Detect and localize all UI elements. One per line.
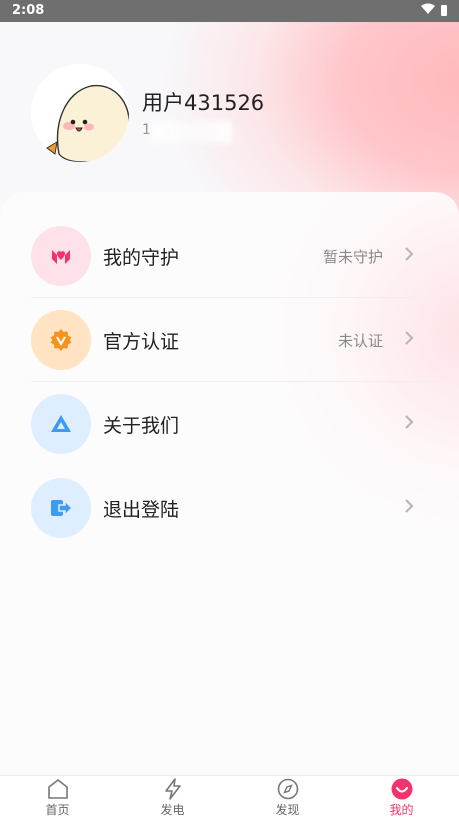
avatar[interactable] xyxy=(31,64,129,162)
menu-item-certification[interactable]: 官方认证 未认证 xyxy=(0,298,459,382)
avatar-illustration xyxy=(31,64,129,162)
tab-label: 发电 xyxy=(160,803,185,817)
wifi-icon xyxy=(421,3,435,14)
battery-icon xyxy=(441,5,447,16)
tab-discover[interactable]: 发现 xyxy=(230,776,345,818)
smile-icon xyxy=(391,778,413,800)
menu-label: 关于我们 xyxy=(103,415,180,437)
badge-v-icon xyxy=(31,310,91,370)
menu-value: 未认证 xyxy=(337,332,383,350)
triangle-logo-icon xyxy=(31,394,91,454)
menu-item-guard[interactable]: 我的守护 暂未守护 xyxy=(0,214,459,298)
user-id-mask xyxy=(150,121,232,143)
menu-label: 我的守护 xyxy=(103,247,180,269)
chevron-right-icon xyxy=(405,499,414,513)
username: 用户431526 xyxy=(142,91,265,115)
menu-card: 我的守护 暂未守护 官方认证 未认证 关于我们 退出登陆 xyxy=(0,192,459,775)
status-time: 2:08 xyxy=(12,3,45,18)
menu-label: 退出登陆 xyxy=(103,499,180,521)
tab-label: 发现 xyxy=(275,803,300,817)
menu-label: 官方认证 xyxy=(103,331,180,353)
chevron-right-icon xyxy=(405,331,414,345)
tab-home[interactable]: 首页 xyxy=(0,776,115,818)
tab-mine[interactable]: 我的 xyxy=(344,776,459,818)
home-icon xyxy=(48,778,68,799)
tab-label: 首页 xyxy=(45,803,70,817)
menu-item-about[interactable]: 关于我们 xyxy=(0,382,459,466)
status-bar: 2:08 xyxy=(0,0,459,22)
tab-charge[interactable]: 发电 xyxy=(115,776,230,818)
compass-icon xyxy=(277,778,299,800)
logout-icon xyxy=(31,478,91,538)
menu-value: 暂未守护 xyxy=(322,248,383,266)
bottom-tab-bar: 首页 发电 发现 我的 xyxy=(0,775,459,818)
heart-hands-icon xyxy=(31,226,91,286)
menu-item-logout[interactable]: 退出登陆 xyxy=(0,466,459,550)
tab-label: 我的 xyxy=(389,803,414,817)
chevron-right-icon xyxy=(405,415,414,429)
lightning-icon xyxy=(165,778,181,800)
chevron-right-icon xyxy=(405,247,414,261)
